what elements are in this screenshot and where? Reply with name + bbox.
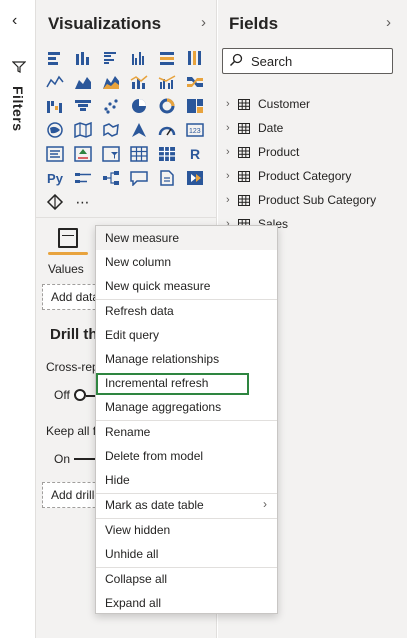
chevron-right-icon[interactable]: › (226, 194, 236, 206)
table-row[interactable]: › Product Sub Category (226, 188, 406, 212)
slicer-icon[interactable] (100, 144, 122, 164)
power-automate-icon[interactable] (184, 168, 206, 188)
pie-icon[interactable] (128, 96, 150, 116)
build-visual-icon[interactable] (58, 228, 78, 248)
search-box[interactable] (222, 48, 393, 74)
table-row[interactable]: › Product Category (226, 164, 406, 188)
fields-title: Fields (229, 14, 279, 33)
filled-map-icon[interactable] (72, 120, 94, 140)
table-icon (238, 98, 250, 110)
line-clustered-icon[interactable] (156, 72, 178, 92)
clustered-column-icon[interactable] (128, 48, 150, 68)
chevron-right-icon[interactable]: › (226, 170, 236, 182)
decomposition-tree-icon[interactable] (100, 168, 122, 188)
stacked-bar-icon[interactable] (44, 48, 66, 68)
menu-item-view-hidden[interactable]: View hidden (96, 518, 277, 542)
table-name: Customer (258, 97, 311, 111)
values-label: Values (48, 262, 84, 276)
table-icon[interactable] (128, 144, 150, 164)
area-chart-icon[interactable] (72, 72, 94, 92)
table-row[interactable]: › Date (226, 116, 406, 140)
menu-item-rename[interactable]: Rename (96, 420, 277, 444)
context-menu: New measure New column New quick measure… (95, 225, 278, 614)
chevron-right-icon[interactable]: › (226, 122, 236, 134)
funnel-icon[interactable] (72, 96, 94, 116)
table-name: Product (258, 145, 300, 159)
menu-item-edit-query[interactable]: Edit query (96, 323, 277, 347)
menu-item-manage-relationships[interactable]: Manage relationships (96, 347, 277, 371)
menu-item-new-quick-measure[interactable]: New quick measure (96, 274, 277, 298)
matrix-icon[interactable] (156, 144, 178, 164)
menu-item-collapse-all[interactable]: Collapse all (96, 567, 277, 591)
filters-label[interactable]: Filters (10, 86, 26, 132)
menu-item-hide[interactable]: Hide (96, 468, 277, 492)
treemap-icon[interactable] (184, 96, 206, 116)
smart-narrative-icon[interactable] (44, 192, 66, 212)
scatter-icon[interactable] (100, 96, 122, 116)
table-icon (238, 170, 250, 182)
100-column-icon[interactable] (184, 48, 206, 68)
donut-icon[interactable] (156, 96, 178, 116)
ribbon-icon[interactable] (184, 72, 206, 92)
card-icon[interactable]: 123 (184, 120, 206, 140)
svg-text:123: 123 (189, 128, 201, 135)
filters-pane: ‹ Filters (0, 0, 36, 638)
chevron-right-icon[interactable]: › (226, 98, 236, 110)
stacked-area-icon[interactable] (100, 72, 122, 92)
shape-map-icon[interactable] (100, 120, 122, 140)
menu-item-refresh-data[interactable]: Refresh data (96, 299, 277, 323)
clustered-bar-icon[interactable] (100, 48, 122, 68)
menu-item-manage-aggregations[interactable]: Manage aggregations (96, 395, 277, 419)
table-name: Product Category (258, 169, 352, 183)
kpi-icon[interactable] (72, 144, 94, 164)
stacked-column-icon[interactable] (72, 48, 94, 68)
more-icon[interactable]: ⋯ (72, 192, 94, 212)
menu-item-mark-as-date-table[interactable]: Mark as date table › (96, 493, 277, 517)
menu-item-new-measure[interactable]: New measure (96, 226, 277, 250)
map-icon[interactable] (44, 120, 66, 140)
build-tab-indicator (48, 252, 88, 255)
divider (36, 217, 216, 218)
table-icon (238, 122, 250, 134)
visualizations-title: Visualizations (48, 14, 162, 33)
menu-item-unhide-all[interactable]: Unhide all (96, 542, 277, 566)
chevron-right-icon[interactable]: › (201, 14, 206, 31)
chevron-right-icon: › (263, 497, 267, 511)
python-visual-icon[interactable]: Py (44, 168, 66, 188)
waterfall-icon[interactable] (44, 96, 66, 116)
chevron-right-icon[interactable]: › (386, 14, 391, 31)
cross-report-state: Off (54, 388, 70, 402)
menu-item-delete-from-model[interactable]: Delete from model (96, 444, 277, 468)
field-list: › Customer › Date › Product › Product Ca… (226, 92, 406, 236)
chevron-right-icon[interactable]: › (226, 146, 236, 158)
table-icon (238, 194, 250, 206)
azure-map-icon[interactable] (128, 120, 150, 140)
menu-item-expand-all[interactable]: Expand all (96, 591, 277, 615)
table-name: Product Sub Category (258, 193, 377, 207)
line-chart-icon[interactable] (44, 72, 66, 92)
highlight-box (96, 373, 249, 395)
table-row[interactable]: › Product (226, 140, 406, 164)
menu-item-new-column[interactable]: New column (96, 250, 277, 274)
gauge-icon[interactable] (156, 120, 178, 140)
keep-all-filters-state: On (54, 452, 71, 466)
visual-gallery: 123 R Py ⋯ (44, 48, 214, 216)
search-icon (229, 53, 243, 67)
key-influencers-icon[interactable] (72, 168, 94, 188)
menu-item-label: Mark as date table (105, 498, 204, 512)
r-visual-icon[interactable]: R (184, 144, 206, 164)
search-input[interactable] (249, 52, 389, 70)
chevron-left-icon[interactable]: ‹ (12, 12, 17, 30)
paginated-report-icon[interactable] (156, 168, 178, 188)
table-row[interactable]: › Customer (226, 92, 406, 116)
100-bar-icon[interactable] (156, 48, 178, 68)
line-column-icon[interactable] (128, 72, 150, 92)
funnel-icon[interactable] (12, 60, 26, 74)
multirow-card-icon[interactable] (44, 144, 66, 164)
table-icon (238, 146, 250, 158)
table-name: Date (258, 121, 284, 135)
qa-icon[interactable] (128, 168, 150, 188)
